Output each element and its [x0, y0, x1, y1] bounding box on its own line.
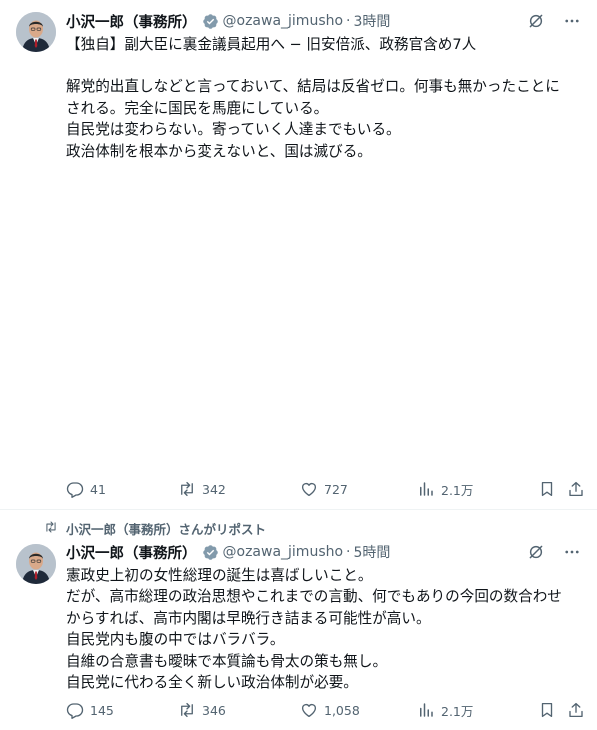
- grok-icon[interactable]: [527, 543, 545, 561]
- tweet-text-line: 政治体制を根本から変えないと、国は滅びる。: [66, 142, 372, 160]
- tweet-text-line: 自民党内も腹の中ではバラバラ。: [66, 631, 285, 649]
- avatar-image: [16, 12, 56, 52]
- author-name[interactable]: 小沢一郎（事務所）: [66, 11, 197, 32]
- tweet-text-line: 自民党は変わらない。寄っていく人達までもいる。: [66, 121, 401, 139]
- tweet-text-line: 自維の合意書も曖昧で本質論も骨太の策も無し。: [66, 652, 388, 670]
- reply-icon: [66, 701, 84, 719]
- share-button[interactable]: [567, 701, 585, 719]
- separator-dot: ·: [346, 13, 351, 29]
- tweet-text-line: 自民党に代わる全く新しい政治体制が必要。: [66, 674, 358, 692]
- repost-context[interactable]: 小沢一郎（事務所）さんがリポスト: [66, 519, 266, 538]
- repost-context-label: 小沢一郎（事務所）さんがリポスト: [66, 522, 267, 537]
- share-icon: [567, 480, 585, 498]
- avatar-image: [16, 544, 56, 584]
- timestamp[interactable]: 5時間: [354, 542, 391, 562]
- tweet-action-bar: 41 342 727 2.1万: [66, 478, 585, 500]
- like-count: 1,058: [324, 702, 360, 718]
- tweet-text-line: 憲政史上初の女性総理の誕生は喜ばしいこと。: [66, 567, 373, 584]
- tweet-header: 小沢一郎（事務所） @ozawa_jimusho · 5時間: [66, 541, 581, 563]
- tweet-text: 【独自】副大臣に裏金議員起用へ − 旧安倍派、政務官含め7人 解党的出直しなどと…: [66, 34, 585, 162]
- timestamp[interactable]: 3時間: [354, 11, 391, 31]
- tweet-text-line: される。完全に国民を馬鹿にしている。: [66, 99, 329, 117]
- tweet-top-actions: [527, 12, 581, 30]
- author-name[interactable]: 小沢一郎（事務所）: [66, 542, 197, 563]
- views-icon: [417, 701, 435, 719]
- share-button[interactable]: [567, 480, 585, 498]
- verified-badge-icon: [202, 544, 219, 561]
- tweet-text: 憲政史上初の女性総理の誕生は喜ばしいこと。 だが、高市総理の政治思想やこれまでの…: [66, 565, 585, 693]
- author-handle[interactable]: @ozawa_jimusho: [223, 544, 344, 560]
- tweet-text-line: からすれば、高市内閣は早晩行き詰まる可能性が高い。: [66, 609, 431, 627]
- bookmark-button[interactable]: [538, 701, 556, 719]
- grok-icon[interactable]: [527, 12, 545, 30]
- bookmark-icon: [538, 480, 556, 498]
- repost-count: 346: [202, 702, 226, 718]
- more-options-icon[interactable]: [563, 12, 581, 30]
- avatar[interactable]: [16, 12, 56, 52]
- repost-icon: [178, 701, 196, 719]
- view-count: 2.1万: [441, 703, 474, 719]
- more-options-icon[interactable]: [563, 543, 581, 561]
- tweet-text-line: だが、高市総理の政治思想やこれまでの言動、何でもありの今回の数合わせ: [66, 588, 562, 606]
- like-icon: [300, 701, 318, 719]
- share-icon: [567, 701, 585, 719]
- reply-count: 41: [90, 481, 106, 497]
- like-count: 727: [324, 481, 348, 497]
- repost-button[interactable]: 346: [178, 701, 226, 719]
- tweet-header: 小沢一郎（事務所） @ozawa_jimusho · 3時間: [66, 10, 581, 32]
- tweet-action-bar: 145 346 1,058 2.1万: [66, 699, 585, 721]
- reply-icon: [66, 480, 84, 498]
- view-count: 2.1万: [441, 482, 474, 498]
- like-button[interactable]: 1,058: [300, 701, 360, 719]
- reply-count: 145: [90, 702, 114, 718]
- bookmark-button[interactable]: [538, 480, 556, 498]
- tweet[interactable]: 小沢一郎（事務所） @ozawa_jimusho · 3時間 【独自】副大臣に裏…: [0, 0, 597, 510]
- separator-dot: ·: [346, 544, 351, 560]
- tweet[interactable]: 小沢一郎（事務所）さんがリポスト 小沢一郎（事務所） @ozawa_jimush…: [0, 510, 597, 730]
- views-button[interactable]: 2.1万: [417, 480, 473, 499]
- verified-badge-icon: [202, 13, 219, 30]
- like-button[interactable]: 727: [300, 480, 348, 498]
- repost-icon: [178, 480, 196, 498]
- repost-button[interactable]: 342: [178, 480, 226, 498]
- tweet-top-actions: [527, 543, 581, 561]
- repost-count: 342: [202, 481, 226, 497]
- reply-button[interactable]: 41: [66, 480, 106, 498]
- avatar[interactable]: [16, 544, 56, 584]
- author-handle[interactable]: @ozawa_jimusho: [223, 13, 344, 29]
- tweet-text-line: 【独自】副大臣に裏金議員起用へ − 旧安倍派、政務官含め7人: [66, 36, 477, 53]
- repost-icon: [44, 520, 58, 534]
- like-icon: [300, 480, 318, 498]
- reply-button[interactable]: 145: [66, 701, 114, 719]
- views-icon: [417, 480, 435, 498]
- tweet-text-line: 解党的出直しなどと言っておいて、結局は反省ゼロ。何事も無かったことに: [66, 78, 560, 96]
- bookmark-icon: [538, 701, 556, 719]
- views-button[interactable]: 2.1万: [417, 701, 473, 720]
